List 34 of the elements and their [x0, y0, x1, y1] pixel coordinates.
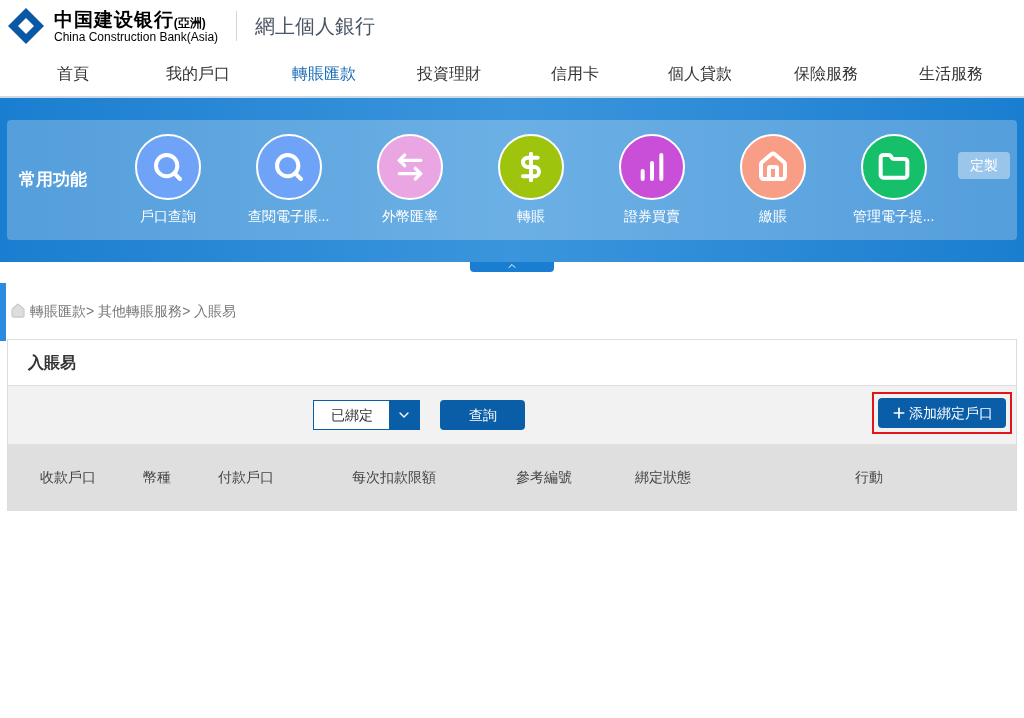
current-page-label: 入賬易: [194, 301, 237, 321]
bank-name-english: China Construction Bank(Asia): [54, 30, 219, 43]
home-icon[interactable]: [10, 303, 26, 319]
column-header: 綁定狀態: [635, 469, 691, 485]
site-title: 網上個人銀行: [255, 14, 376, 39]
plus-icon: [891, 405, 907, 421]
column-header: 幣種: [143, 469, 171, 485]
collapse-tab[interactable]: [470, 262, 554, 272]
column-header: 參考編號: [516, 469, 572, 485]
side-tab[interactable]: [0, 283, 6, 341]
panel-title: 入賬易: [28, 352, 76, 373]
nav-tab[interactable]: 生活服務: [888, 62, 1014, 86]
breadcrumb-link[interactable]: 其他轉賬服務>: [98, 300, 191, 322]
status-dropdown[interactable]: 已綁定: [313, 400, 420, 430]
nav-tab[interactable]: 我的戶口: [135, 62, 261, 86]
query-button[interactable]: 查詢: [440, 400, 525, 430]
column-header: 每次扣款限額: [352, 469, 436, 485]
nav-tab[interactable]: 個人貸款: [637, 62, 763, 86]
nav-tab[interactable]: 保險服務: [763, 62, 889, 86]
bank-region: (亞洲): [173, 16, 206, 29]
folder-icon: [877, 150, 910, 183]
nav-tab[interactable]: 投資理財: [386, 62, 512, 86]
nav-tab[interactable]: 轉賬匯款: [261, 62, 387, 86]
nav-tab[interactable]: 信用卡: [512, 62, 638, 86]
bank-name: 中国建设银行: [54, 9, 174, 29]
bank-logo-icon: [6, 6, 46, 46]
column-header: 行動: [855, 469, 883, 485]
nav-tab[interactable]: 首頁: [10, 62, 136, 86]
breadcrumb-link[interactable]: 轉賬匯款>: [30, 300, 95, 322]
house-icon: [756, 150, 789, 183]
add-account-button[interactable]: 添加綁定戶口: [878, 398, 1006, 428]
quick-functions-title: 常用功能: [19, 169, 88, 192]
column-header: 付款戶口: [218, 469, 274, 485]
column-header: 收款戶口: [40, 469, 96, 485]
